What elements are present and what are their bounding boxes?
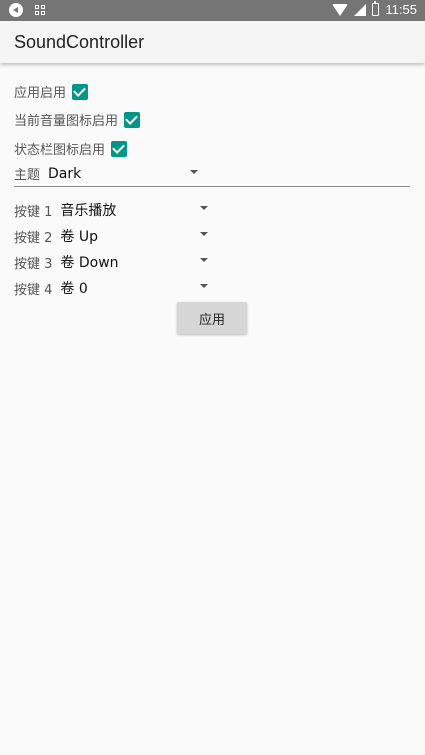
app-title: SoundController — [14, 32, 145, 52]
app-bar: SoundController — [0, 21, 425, 63]
theme-label: 主题 — [14, 168, 41, 183]
key-row-2: 按键 2 卷 Up — [14, 226, 98, 246]
theme-divider — [14, 186, 410, 187]
key-select[interactable]: 卷 Up — [60, 226, 98, 246]
volume-icon-enabled-label: 当前音量图标启用 — [14, 114, 119, 129]
statusbar-icon-enabled-label: 状态栏图标启用 — [14, 143, 106, 158]
key-2-dropdown-icon[interactable] — [200, 232, 208, 236]
status-bar: 11:55 — [0, 0, 425, 21]
key-select[interactable]: 卷 Down — [60, 252, 118, 272]
volume-icon-enabled-checkbox[interactable] — [124, 111, 141, 128]
theme-select[interactable]: Dark — [48, 166, 81, 182]
key-label: 按键 4 — [14, 282, 53, 298]
app-enabled-checkbox[interactable] — [72, 83, 89, 100]
key-select[interactable]: 音乐播放 — [60, 200, 116, 220]
theme-dropdown-icon[interactable] — [190, 170, 198, 174]
key-label: 按键 2 — [14, 230, 53, 246]
signal-icon — [354, 3, 367, 16]
key-3-dropdown-icon[interactable] — [200, 258, 208, 262]
app-enabled-row[interactable]: 应用启用 — [14, 82, 89, 101]
qr-icon — [35, 4, 46, 16]
app-enabled-label: 应用启用 — [14, 86, 67, 101]
theme-row: 主题 Dark — [14, 164, 81, 184]
key-label: 按键 1 — [14, 204, 53, 220]
statusbar-icon-enabled-checkbox[interactable] — [111, 140, 128, 157]
wifi-icon — [332, 3, 349, 16]
key-4-dropdown-icon[interactable] — [200, 284, 208, 288]
key-row-3: 按键 3 卷 Down — [14, 252, 119, 272]
key-label: 按键 3 — [14, 256, 53, 272]
media-icon — [9, 3, 23, 17]
key-1-dropdown-icon[interactable] — [200, 206, 208, 210]
key-select[interactable]: 卷 0 — [60, 278, 87, 298]
status-time: 11:55 — [385, 2, 417, 17]
key-row-4: 按键 4 卷 0 — [14, 278, 88, 298]
statusbar-icon-enabled-row[interactable]: 状态栏图标启用 — [14, 139, 128, 158]
volume-icon-enabled-row[interactable]: 当前音量图标启用 — [14, 110, 141, 129]
apply-button[interactable]: 应用 — [177, 302, 247, 334]
key-row-1: 按键 1 音乐播放 — [14, 200, 116, 220]
battery-icon — [372, 1, 380, 16]
